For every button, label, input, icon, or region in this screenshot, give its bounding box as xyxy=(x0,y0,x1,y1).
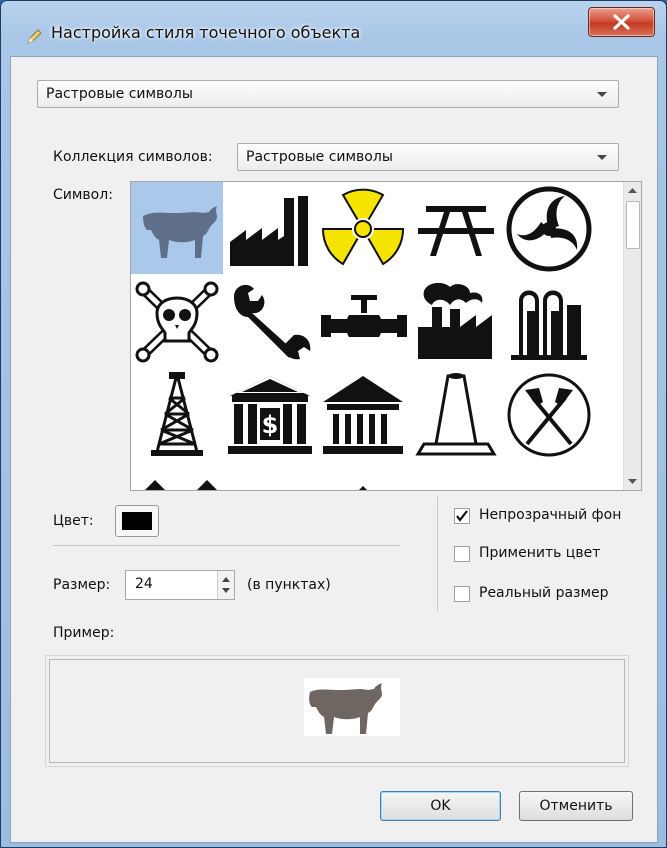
size-label: Размер: xyxy=(53,577,111,593)
scroll-up-button[interactable] xyxy=(624,182,641,199)
color-picker-button[interactable] xyxy=(115,505,159,537)
color-preview xyxy=(122,512,152,530)
scroll-down-button[interactable] xyxy=(624,473,641,490)
example-label: Пример: xyxy=(53,625,115,641)
size-value: 24 xyxy=(135,576,153,592)
picnic-table-icon xyxy=(418,206,494,256)
symbol-cell-mine[interactable] xyxy=(503,368,595,460)
apply-color-checkbox[interactable] xyxy=(454,546,470,562)
symbol-cell-smoke-factory[interactable] xyxy=(410,275,502,367)
mine-icon xyxy=(507,373,591,457)
dialog-window: Настройка стиля точечного объекта Растро… xyxy=(0,0,667,848)
oil-derrick-icon xyxy=(151,372,203,456)
vertical-separator xyxy=(437,497,438,611)
symbol-cell-radiation[interactable] xyxy=(317,182,409,274)
real-size-label: Реальный размер xyxy=(479,585,609,601)
museum-icon xyxy=(323,376,403,454)
ok-button[interactable]: OK xyxy=(380,791,501,821)
collection-value: Растровые символы xyxy=(246,149,393,165)
wrench-icon xyxy=(234,284,311,360)
checkmark-icon xyxy=(456,510,468,522)
bank-icon: $ xyxy=(228,376,312,454)
symbol-row-partial xyxy=(145,480,367,490)
symbol-cell-picnic[interactable] xyxy=(410,182,502,274)
example-preview xyxy=(49,659,625,763)
skull-crossbones-icon xyxy=(135,281,219,363)
symbol-cell-cone[interactable] xyxy=(410,368,502,460)
symbol-label: Символ: xyxy=(53,187,113,203)
symbol-cell-skull[interactable] xyxy=(131,275,223,367)
library-type-combo[interactable]: Растровые символы xyxy=(37,80,619,108)
spin-buttons[interactable] xyxy=(217,571,234,599)
cancel-button[interactable]: Отменить xyxy=(519,791,633,821)
collection-label: Коллекция символов: xyxy=(53,149,213,165)
bull-icon xyxy=(143,206,217,258)
chevron-down-icon xyxy=(628,479,637,484)
separator xyxy=(53,545,400,546)
symbol-cell-silos[interactable] xyxy=(503,275,595,367)
factory-icon xyxy=(230,196,308,266)
symbol-cell-bank[interactable]: $ xyxy=(224,368,316,460)
silos-icon xyxy=(511,290,587,360)
window-title: Настройка стиля точечного объекта xyxy=(51,23,361,42)
real-size-checkbox[interactable] xyxy=(454,586,470,602)
symbol-cell-triskelion[interactable] xyxy=(503,182,595,274)
symbol-cell-derrick[interactable] xyxy=(131,368,223,460)
dialog-client-area: Растровые символы Коллекция символов: Ра… xyxy=(10,56,658,843)
opaque-bg-label: Непрозрачный фон xyxy=(479,507,622,523)
pen-icon xyxy=(27,29,42,44)
symbol-cell-valve[interactable] xyxy=(317,275,409,367)
library-type-value: Растровые символы xyxy=(46,86,193,102)
opaque-bg-checkbox[interactable] xyxy=(454,508,470,524)
close-button[interactable] xyxy=(588,7,655,37)
symbol-cell-wrench[interactable] xyxy=(224,275,316,367)
bull-preview-icon xyxy=(304,678,400,736)
chevron-up-icon xyxy=(628,188,637,193)
apply-color-label: Применить цвет xyxy=(479,545,601,561)
title-bar[interactable]: Настройка стиля точечного объекта xyxy=(1,1,666,49)
chevron-down-icon xyxy=(597,155,607,160)
spin-arrows-icon xyxy=(222,577,230,593)
color-label: Цвет: xyxy=(53,513,94,529)
symbol-cell-factory[interactable] xyxy=(224,182,316,274)
pipeline-valve-icon xyxy=(321,295,407,337)
size-spinbox[interactable]: 24 xyxy=(125,570,235,600)
example-frame xyxy=(45,655,629,767)
symbol-grid-scrollbar[interactable] xyxy=(623,182,641,490)
smoking-factory-icon xyxy=(418,282,492,359)
symbol-cell-museum[interactable] xyxy=(317,368,409,460)
collection-combo[interactable]: Растровые символы xyxy=(237,143,619,171)
close-icon xyxy=(613,14,630,30)
svg-text:$: $ xyxy=(262,411,279,439)
scrollbar-thumb[interactable] xyxy=(626,201,640,249)
symbol-grid[interactable]: $ xyxy=(130,181,642,491)
triskelion-icon xyxy=(506,186,592,272)
symbol-cell-bull[interactable] xyxy=(131,182,223,274)
traffic-cone-icon xyxy=(415,373,497,456)
chevron-down-icon xyxy=(597,92,607,97)
radiation-icon xyxy=(321,188,405,266)
size-unit: (в пунктах) xyxy=(247,577,331,593)
